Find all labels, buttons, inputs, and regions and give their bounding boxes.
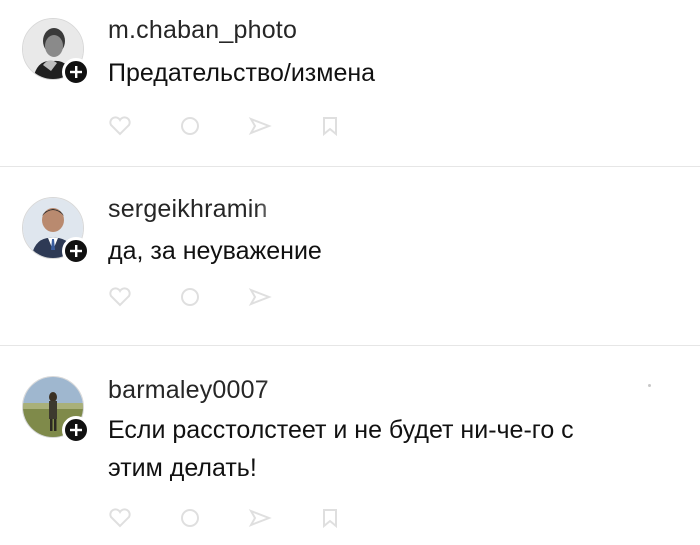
username[interactable]: sergeikhramin: [108, 195, 268, 224]
speck: [648, 384, 651, 387]
follow-button[interactable]: [62, 58, 90, 86]
comment-icon: [178, 508, 202, 528]
action-row-faded: [108, 508, 342, 529]
fade-overlay: [600, 416, 660, 456]
avatar[interactable]: [22, 376, 90, 444]
save-icon: [318, 508, 342, 529]
comment-text: да, за неуважение: [108, 237, 322, 265]
comment-icon: [178, 287, 202, 307]
comment-text-line-1: Если расстолстеет и не будет ни-че-го с: [108, 416, 574, 444]
fade-overlay: [255, 191, 315, 231]
comment-text: Предательство/измена: [108, 59, 376, 87]
heart-icon: [108, 508, 132, 528]
plus-icon: [70, 424, 82, 436]
share-icon: [248, 116, 272, 136]
share-icon: [248, 287, 272, 307]
fade-overlay: [262, 370, 332, 410]
comment-item-1: m.chaban_photo Предательство/измена: [0, 0, 700, 166]
save-icon: [318, 116, 342, 137]
avatar[interactable]: [22, 197, 90, 265]
action-row-faded: [108, 116, 342, 137]
plus-icon: [70, 245, 82, 257]
username[interactable]: barmaley0007: [108, 376, 269, 405]
share-icon: [248, 508, 272, 528]
avatar[interactable]: [22, 18, 90, 86]
username[interactable]: m.chaban_photo: [108, 16, 297, 45]
follow-button[interactable]: [62, 416, 90, 444]
comment-item-3: barmaley0007 Если расстолстеет и не буде…: [0, 346, 700, 545]
action-row-faded: [108, 287, 272, 307]
comment-icon: [178, 116, 202, 136]
follow-button[interactable]: [62, 237, 90, 265]
comment-item-2: sergeikhramin да, за неуважение: [0, 167, 700, 345]
heart-icon: [108, 116, 132, 136]
plus-icon: [70, 66, 82, 78]
heart-icon: [108, 287, 132, 307]
comment-text-line-2: этим делать!: [108, 454, 257, 482]
